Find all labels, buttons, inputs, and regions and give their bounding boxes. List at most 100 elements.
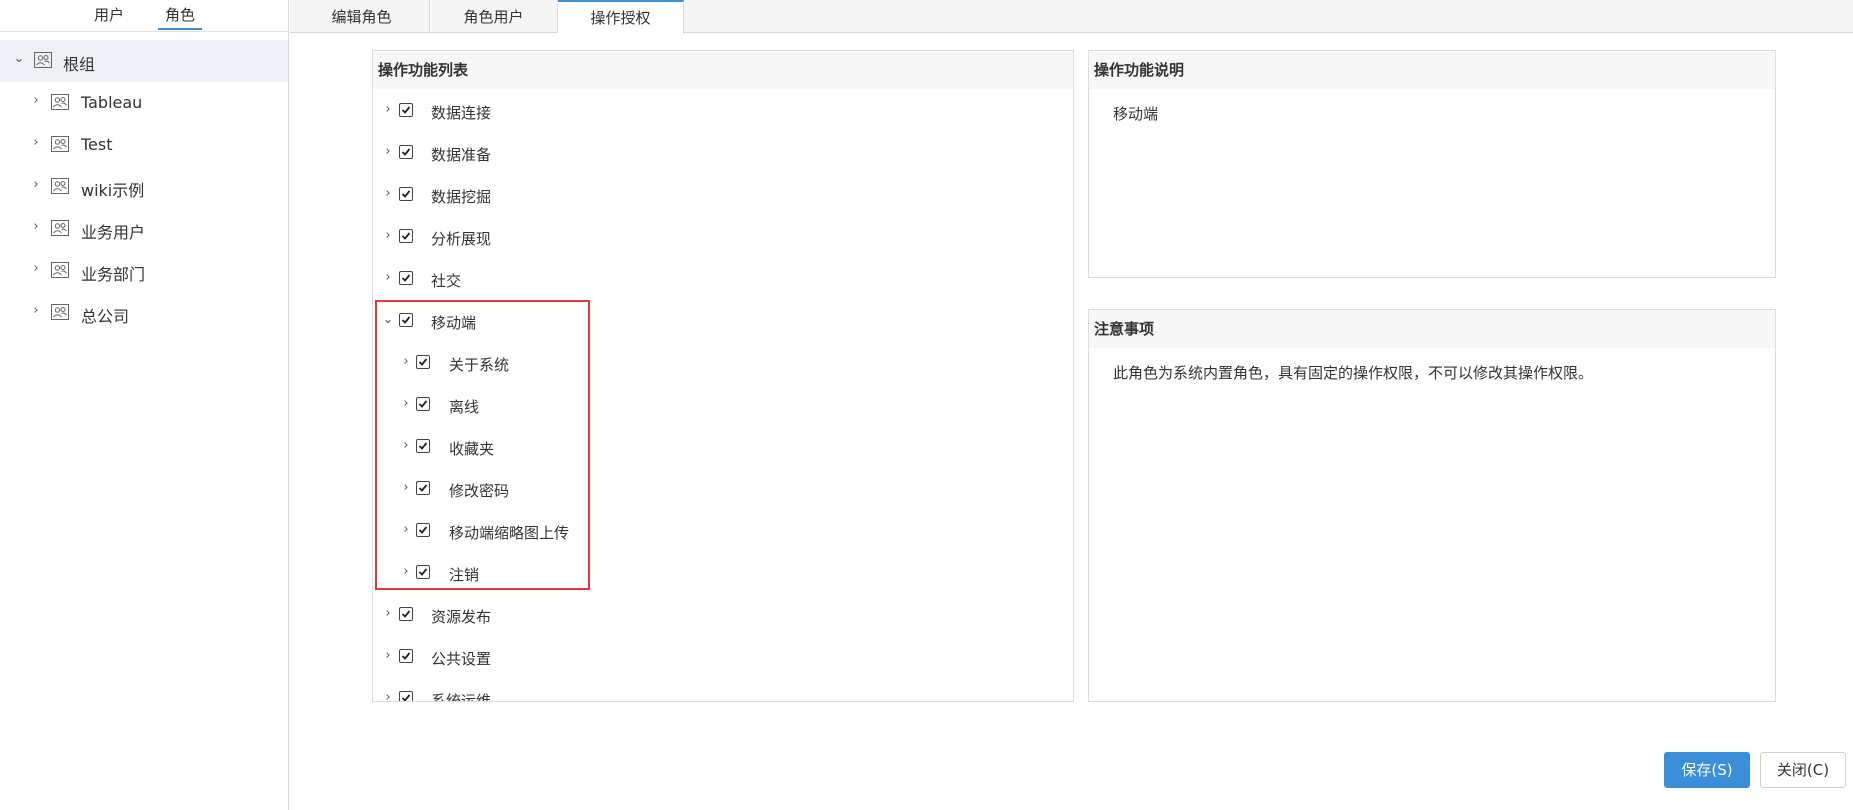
chevron-right-icon[interactable]: ›	[381, 691, 395, 702]
tree-item-head-office[interactable]: › 总公司	[0, 292, 288, 334]
checkbox[interactable]	[399, 145, 413, 159]
checkbox[interactable]	[416, 481, 430, 495]
checkbox[interactable]	[399, 103, 413, 117]
notes-header: 注意事项	[1089, 310, 1775, 348]
checkbox[interactable]	[416, 397, 430, 411]
chevron-right-icon[interactable]: ›	[29, 94, 43, 108]
check-icon	[401, 274, 411, 282]
chevron-right-icon[interactable]: ›	[29, 262, 43, 276]
operation-item[interactable]: › 资源发布	[373, 595, 1073, 637]
operation-label: 关于系统	[449, 356, 510, 374]
chevron-right-icon[interactable]: ›	[29, 304, 43, 318]
operation-subitem[interactable]: › 离线	[373, 385, 1073, 427]
chevron-right-icon[interactable]: ›	[399, 481, 413, 495]
check-icon	[418, 568, 428, 576]
checkbox[interactable]	[416, 523, 430, 537]
tree-item-label: 总公司	[81, 307, 130, 326]
chevron-right-icon[interactable]: ›	[29, 178, 43, 192]
chevron-down-icon[interactable]: ⌄	[381, 313, 395, 327]
operation-subitem[interactable]: › 收藏夹	[373, 427, 1073, 469]
operation-label: 移动端缩略图上传	[449, 524, 570, 542]
tree-item-label: 业务用户	[81, 223, 146, 242]
checkbox[interactable]	[399, 313, 413, 327]
checkbox[interactable]	[399, 649, 413, 663]
operation-item[interactable]: › 数据连接	[373, 91, 1073, 133]
tree-item-root[interactable]: ⌄ 根组	[0, 40, 288, 82]
chevron-down-icon[interactable]: ⌄	[12, 52, 26, 66]
close-button[interactable]: 关闭(C)	[1760, 752, 1846, 788]
chevron-right-icon[interactable]: ›	[399, 397, 413, 411]
chevron-right-icon[interactable]: ›	[29, 220, 43, 234]
chevron-right-icon[interactable]: ›	[381, 607, 395, 621]
chevron-right-icon[interactable]: ›	[381, 103, 395, 117]
operation-subitem[interactable]: › 注销	[373, 553, 1073, 595]
user-group-icon	[51, 262, 69, 278]
operation-label: 数据连接	[431, 104, 492, 122]
operation-label: 系统运维	[431, 692, 492, 702]
notes-panel: 注意事项 此角色为系统内置角色，具有固定的操作权限，不可以修改其操作权限。	[1088, 309, 1776, 702]
operation-description-panel: 操作功能说明 移动端	[1088, 50, 1776, 278]
check-icon	[401, 190, 411, 198]
tab-operation-authorization[interactable]: 操作授权	[558, 0, 684, 34]
chevron-right-icon[interactable]: ›	[381, 271, 395, 285]
checkbox[interactable]	[416, 355, 430, 369]
operation-item[interactable]: › 数据准备	[373, 133, 1073, 175]
operation-description-text: 移动端	[1113, 105, 1159, 123]
check-icon	[418, 526, 428, 534]
chevron-right-icon[interactable]: ›	[381, 145, 395, 159]
check-icon	[401, 106, 411, 114]
tree-item-business-dept[interactable]: › 业务部门	[0, 250, 288, 292]
tab-users[interactable]: 用户	[88, 4, 130, 30]
operation-item[interactable]: › 公共设置	[373, 637, 1073, 679]
check-icon	[418, 358, 428, 366]
chevron-right-icon[interactable]: ›	[399, 355, 413, 369]
chevron-right-icon[interactable]: ›	[381, 187, 395, 201]
operation-item[interactable]: › 数据挖掘	[373, 175, 1073, 217]
checkbox[interactable]	[399, 187, 413, 201]
operation-label: 移动端	[431, 314, 477, 332]
operation-subitem[interactable]: › 修改密码	[373, 469, 1073, 511]
tree-item-wiki[interactable]: › wiki示例	[0, 166, 288, 208]
chevron-right-icon[interactable]: ›	[399, 565, 413, 579]
checkbox[interactable]	[416, 439, 430, 453]
tree-item-tableau[interactable]: › Tableau	[0, 82, 288, 124]
checkbox[interactable]	[399, 229, 413, 243]
tab-role-users[interactable]: 角色用户	[430, 0, 558, 33]
chevron-right-icon[interactable]: ›	[381, 229, 395, 243]
tab-roles[interactable]: 角色	[158, 4, 202, 30]
checkbox[interactable]	[399, 271, 413, 285]
operation-label: 公共设置	[431, 650, 492, 668]
check-icon	[401, 148, 411, 156]
notes-text: 此角色为系统内置角色，具有固定的操作权限，不可以修改其操作权限。	[1113, 364, 1594, 382]
left-tabs: 用户 角色	[0, 0, 288, 32]
operation-item[interactable]: › 系统运维	[373, 679, 1073, 702]
operation-subitem[interactable]: › 关于系统	[373, 343, 1073, 385]
check-icon	[418, 484, 428, 492]
operation-item-mobile[interactable]: ⌄ 移动端	[373, 301, 1073, 343]
check-icon	[401, 610, 411, 618]
chevron-right-icon[interactable]: ›	[29, 136, 43, 150]
save-button[interactable]: 保存(S)	[1664, 752, 1750, 788]
tab-edit-role[interactable]: 编辑角色	[294, 0, 430, 33]
operation-item[interactable]: › 分析展现	[373, 217, 1073, 259]
operation-label: 修改密码	[449, 482, 510, 500]
tree-item-test[interactable]: › Test	[0, 124, 288, 166]
user-group-icon	[51, 220, 69, 236]
checkbox[interactable]	[399, 607, 413, 621]
operation-item[interactable]: › 社交	[373, 259, 1073, 301]
checkbox[interactable]	[416, 565, 430, 579]
user-group-icon	[51, 136, 69, 152]
chevron-right-icon[interactable]: ›	[399, 523, 413, 537]
operation-label: 离线	[449, 398, 480, 416]
top-tabs: 编辑角色 角色用户 操作授权	[290, 0, 1853, 34]
check-icon	[418, 442, 428, 450]
user-group-icon	[34, 52, 52, 68]
operation-subitem[interactable]: › 移动端缩略图上传	[373, 511, 1073, 553]
operation-label: 分析展现	[431, 230, 492, 248]
tree-item-business-users[interactable]: › 业务用户	[0, 208, 288, 250]
chevron-right-icon[interactable]: ›	[399, 439, 413, 453]
checkbox[interactable]	[399, 691, 413, 701]
chevron-right-icon[interactable]: ›	[381, 649, 395, 663]
tree-item-label: 根组	[63, 55, 96, 74]
operations-list-header: 操作功能列表	[373, 51, 1073, 89]
